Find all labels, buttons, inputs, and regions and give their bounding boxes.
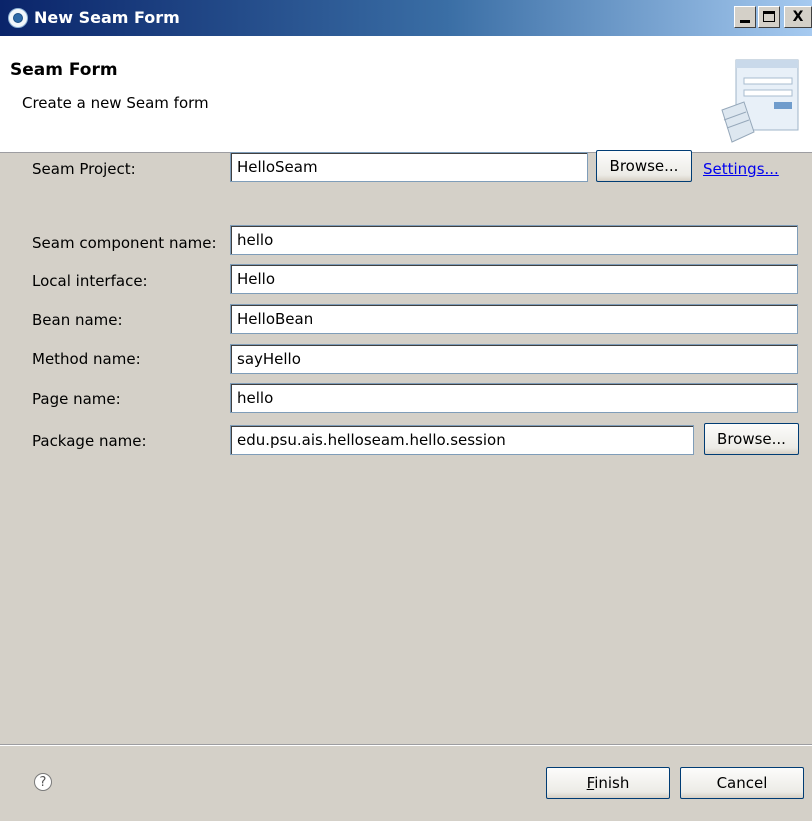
maximize-button[interactable] (758, 6, 780, 28)
method-name-field[interactable] (230, 344, 798, 374)
cancel-button[interactable]: Cancel (680, 767, 804, 799)
seam-project-label: Seam Project: (32, 160, 136, 178)
local-interface-field[interactable] (230, 264, 798, 294)
bean-name-label: Bean name: (32, 311, 123, 329)
title-bar[interactable]: New Seam Form X (0, 0, 812, 36)
minimize-icon (740, 20, 750, 23)
finish-label: inish (594, 774, 630, 792)
form-wizard-icon (721, 59, 799, 143)
method-name-label: Method name: (32, 350, 141, 368)
maximize-icon (763, 11, 775, 22)
close-button[interactable]: X (784, 6, 812, 28)
close-icon: X (792, 9, 804, 25)
local-interface-label: Local interface: (32, 272, 148, 290)
minimize-button[interactable] (734, 6, 756, 28)
window-title: New Seam Form (34, 8, 180, 27)
package-name-field[interactable] (230, 425, 694, 455)
seam-component-name-field[interactable] (230, 225, 798, 255)
finish-button[interactable]: Finish (546, 767, 670, 799)
settings-link[interactable]: Settings... (703, 160, 779, 178)
header-description: Create a new Seam form (22, 94, 209, 112)
package-browse-button[interactable]: Browse... (704, 423, 799, 455)
header-title: Seam Form (10, 60, 118, 80)
seam-project-field[interactable] (230, 152, 588, 182)
dialog-window: New Seam Form X Seam Form Create a new S… (0, 0, 812, 821)
page-name-label: Page name: (32, 390, 121, 408)
eclipse-app-icon (8, 8, 28, 28)
footer-divider (0, 744, 812, 746)
help-icon[interactable]: ? (34, 773, 52, 791)
page-name-field[interactable] (230, 383, 798, 413)
wizard-header: Seam Form Create a new Seam form (0, 36, 812, 153)
package-name-label: Package name: (32, 432, 147, 450)
project-browse-button[interactable]: Browse... (596, 150, 692, 182)
seam-component-name-label: Seam component name: (32, 234, 217, 252)
bean-name-field[interactable] (230, 304, 798, 334)
